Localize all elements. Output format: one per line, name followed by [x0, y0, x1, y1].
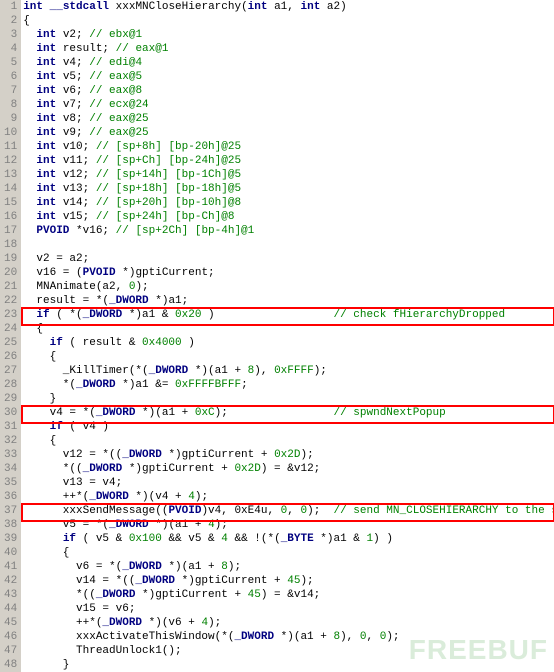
code-line[interactable]: v12 = *((_DWORD *)gptiCurrent + 0x2D);: [23, 448, 554, 462]
line-number: 16: [4, 210, 17, 224]
watermark: FREEBUF: [409, 634, 548, 666]
code-line[interactable]: int v12; // [sp+14h] [bp-1Ch]@5: [23, 168, 554, 182]
code-line[interactable]: int v5; // eax@5: [23, 70, 554, 84]
code-line[interactable]: if ( result & 0x4000 ): [23, 336, 554, 350]
line-number: 43: [4, 588, 17, 602]
line-number: 29: [4, 392, 17, 406]
line-number: 12: [4, 154, 17, 168]
code-line[interactable]: int v14; // [sp+20h] [bp-10h]@8: [23, 196, 554, 210]
code-line[interactable]: result = *(_DWORD *)a1;: [23, 294, 554, 308]
code-line[interactable]: v5 = *(_DWORD *)(a1 + 4);: [23, 518, 554, 532]
code-line[interactable]: {: [23, 322, 554, 336]
line-number: 7: [4, 84, 17, 98]
code-line[interactable]: int v13; // [sp+18h] [bp-18h]@5: [23, 182, 554, 196]
line-number: 22: [4, 294, 17, 308]
code-line[interactable]: if ( v5 & 0x100 && v5 & 4 && !(*(_BYTE *…: [23, 532, 554, 546]
line-number: 42: [4, 574, 17, 588]
line-number: 2: [4, 14, 17, 28]
code-line[interactable]: {: [23, 14, 554, 28]
code-line[interactable]: int v8; // eax@25: [23, 112, 554, 126]
code-line[interactable]: int v2; // ebx@1: [23, 28, 554, 42]
line-number-gutter: 1 2 3 4 5 6 7 8 9 10 11 12 13 14 15 16 1…: [0, 0, 21, 672]
line-number: 34: [4, 462, 17, 476]
line-number: 48: [4, 658, 17, 672]
code-line[interactable]: v16 = (PVOID *)gptiCurrent;: [23, 266, 554, 280]
line-number: 41: [4, 560, 17, 574]
line-number: 18: [4, 238, 17, 252]
code-line[interactable]: int v4; // edi@4: [23, 56, 554, 70]
line-number: 24: [4, 322, 17, 336]
code-line[interactable]: {: [23, 434, 554, 448]
line-number: 31: [4, 420, 17, 434]
code-line[interactable]: PVOID *v16; // [sp+2Ch] [bp-4h]@1: [23, 224, 554, 238]
line-number: 36: [4, 490, 17, 504]
line-number: 5: [4, 56, 17, 70]
code-line[interactable]: if ( *(_DWORD *)a1 & 0x20 ) // check fHi…: [23, 308, 554, 322]
code-line[interactable]: *(_DWORD *)a1 &= 0xFFFFBFFF;: [23, 378, 554, 392]
code-line[interactable]: ++*(_DWORD *)(v4 + 4);: [23, 490, 554, 504]
code-line[interactable]: v14 = *((_DWORD *)gptiCurrent + 45);: [23, 574, 554, 588]
code-line[interactable]: int v15; // [sp+24h] [bp-Ch]@8: [23, 210, 554, 224]
line-number: 35: [4, 476, 17, 490]
line-number: 9: [4, 112, 17, 126]
code-line[interactable]: v6 = *(_DWORD *)(a1 + 8);: [23, 560, 554, 574]
code-line[interactable]: ++*(_DWORD *)(v6 + 4);: [23, 616, 554, 630]
line-number: 38: [4, 518, 17, 532]
line-number: 17: [4, 224, 17, 238]
line-number: 47: [4, 644, 17, 658]
line-number: 4: [4, 42, 17, 56]
line-number: 21: [4, 280, 17, 294]
code-line[interactable]: *((_DWORD *)gptiCurrent + 0x2D) = &v12;: [23, 462, 554, 476]
line-number: 46: [4, 630, 17, 644]
line-number: 28: [4, 378, 17, 392]
code-line[interactable]: int v11; // [sp+Ch] [bp-24h]@25: [23, 154, 554, 168]
line-number: 13: [4, 168, 17, 182]
line-number: 30: [4, 406, 17, 420]
code-line[interactable]: int result; // eax@1: [23, 42, 554, 56]
line-number: 20: [4, 266, 17, 280]
code-line[interactable]: v13 = v4;: [23, 476, 554, 490]
line-number: 11: [4, 140, 17, 154]
code-line[interactable]: if ( v4 ): [23, 420, 554, 434]
line-number: 40: [4, 546, 17, 560]
line-number: 45: [4, 616, 17, 630]
line-number: 27: [4, 364, 17, 378]
line-number: 39: [4, 532, 17, 546]
code-area[interactable]: FREEBUF int __stdcall xxxMNCloseHierarch…: [21, 0, 554, 672]
line-number: 33: [4, 448, 17, 462]
line-number: 25: [4, 336, 17, 350]
code-line[interactable]: {: [23, 350, 554, 364]
line-number: 15: [4, 196, 17, 210]
code-line[interactable]: int v10; // [sp+8h] [bp-20h]@25: [23, 140, 554, 154]
line-number: 8: [4, 98, 17, 112]
code-line[interactable]: _KillTimer(*(_DWORD *)(a1 + 8), 0xFFFF);: [23, 364, 554, 378]
code-line[interactable]: int v9; // eax@25: [23, 126, 554, 140]
line-number: 26: [4, 350, 17, 364]
line-number: 10: [4, 126, 17, 140]
line-number: 3: [4, 28, 17, 42]
code-line[interactable]: int v7; // ecx@24: [23, 98, 554, 112]
ida-pseudocode-view: 1 2 3 4 5 6 7 8 9 10 11 12 13 14 15 16 1…: [0, 0, 554, 672]
code-line[interactable]: [23, 238, 554, 252]
line-number: 32: [4, 434, 17, 448]
line-number: 1: [4, 0, 17, 14]
code-line[interactable]: *((_DWORD *)gptiCurrent + 45) = &v14;: [23, 588, 554, 602]
code-line[interactable]: int v6; // eax@8: [23, 84, 554, 98]
code-line[interactable]: {: [23, 546, 554, 560]
code-line[interactable]: }: [23, 392, 554, 406]
code-line[interactable]: MNAnimate(a2, 0);: [23, 280, 554, 294]
code-line[interactable]: int __stdcall xxxMNCloseHierarchy(int a1…: [23, 0, 554, 14]
code-line[interactable]: v4 = *(_DWORD *)(a1 + 0xC); // spwndNext…: [23, 406, 554, 420]
line-number: 44: [4, 602, 17, 616]
line-number: 6: [4, 70, 17, 84]
code-line[interactable]: v2 = a2;: [23, 252, 554, 266]
line-number: 23: [4, 308, 17, 322]
code-line[interactable]: v15 = v6;: [23, 602, 554, 616]
line-number: 14: [4, 182, 17, 196]
line-number: 19: [4, 252, 17, 266]
